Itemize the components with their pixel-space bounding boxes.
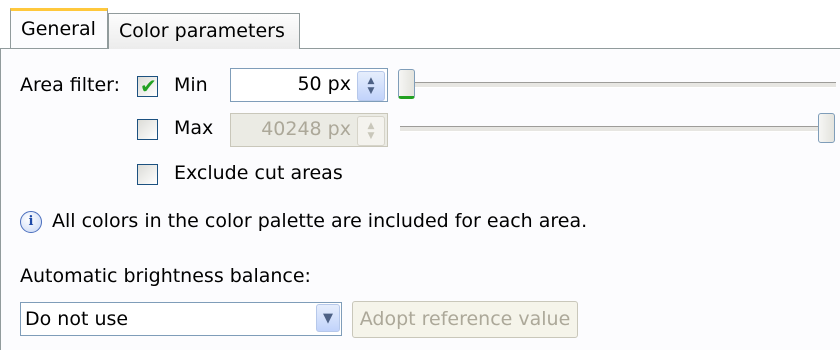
max-value: 40248 px (261, 118, 351, 140)
max-checkbox[interactable] (137, 119, 158, 140)
max-spinner-buttons[interactable]: ▲ ▼ (357, 116, 385, 146)
min-slider-track[interactable] (400, 82, 836, 88)
max-label: Max (174, 117, 214, 139)
min-checkbox[interactable]: ✔ (137, 74, 158, 98)
adopt-reference-button[interactable]: Adopt reference value (352, 301, 578, 338)
tab-color-parameters[interactable]: Color parameters (108, 13, 300, 49)
adopt-reference-label: Adopt reference value (359, 308, 571, 330)
min-spinner-buttons[interactable]: ▲ ▼ (357, 71, 385, 101)
brightness-selected: Do not use (25, 308, 129, 330)
spin-up-icon[interactable]: ▲ (368, 121, 375, 131)
max-slider-thumb[interactable] (818, 113, 835, 143)
spin-down-icon[interactable]: ▼ (368, 86, 375, 96)
info-text: All colors in the color palette are incl… (52, 210, 588, 232)
min-slider-thumb[interactable] (398, 69, 415, 99)
max-spinbox[interactable]: 40248 px ▲ ▼ (230, 113, 388, 147)
chevron-down-icon[interactable]: ▼ (316, 304, 340, 332)
min-label: Min (174, 74, 208, 96)
min-spinbox[interactable]: 50 px ▲ ▼ (230, 68, 388, 102)
info-icon: i (20, 211, 42, 233)
brightness-label: Automatic brightness balance: (20, 265, 311, 287)
check-icon: ✔ (140, 74, 157, 98)
spin-up-icon[interactable]: ▲ (368, 76, 375, 86)
exclude-cut-areas-label: Exclude cut areas (174, 162, 343, 184)
tab-color-parameters-label: Color parameters (119, 20, 285, 42)
area-filter-label: Area filter: (20, 74, 121, 96)
tab-general-label: General (21, 18, 96, 40)
min-value: 50 px (297, 73, 351, 95)
tab-general[interactable]: General (10, 8, 108, 48)
spin-down-icon[interactable]: ▼ (368, 131, 375, 141)
exclude-cut-areas-checkbox[interactable] (137, 164, 158, 185)
tab-strip: General Color parameters (0, 0, 840, 52)
max-slider-track[interactable] (400, 126, 830, 132)
brightness-select[interactable]: Do not use ▼ (20, 302, 342, 336)
